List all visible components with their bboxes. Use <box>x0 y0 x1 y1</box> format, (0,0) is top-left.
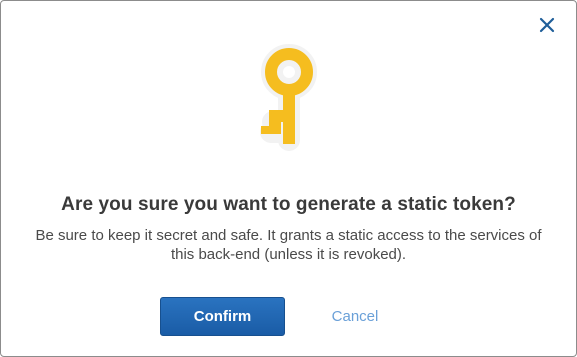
cancel-button[interactable]: Cancel <box>307 297 403 336</box>
dialog-message: Be sure to keep it secret and safe. It g… <box>15 226 562 264</box>
key-icon <box>249 40 329 152</box>
close-icon <box>539 17 555 33</box>
dialog-message-line-1: Be sure to keep it secret and safe. It g… <box>35 227 542 244</box>
dialog-title: Are you sure you want to generate a stat… <box>61 194 516 215</box>
dialog-message-line-2: this back-end (unless it is revoked). <box>170 246 407 263</box>
confirm-dialog: Are you sure you want to generate a stat… <box>0 0 577 357</box>
confirm-button[interactable]: Confirm <box>160 297 285 336</box>
close-button[interactable] <box>536 14 558 36</box>
